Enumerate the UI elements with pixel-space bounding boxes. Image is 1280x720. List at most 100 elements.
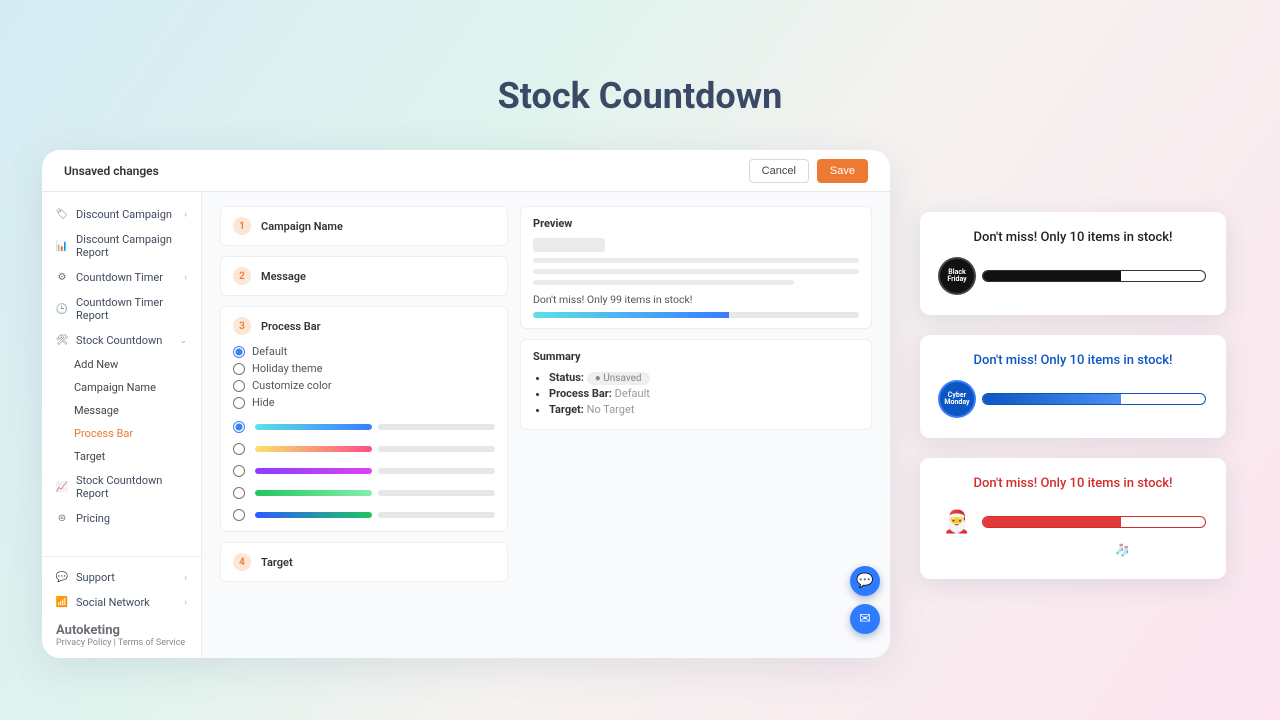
sidebar-item-social[interactable]: 📶 Social Network › bbox=[42, 590, 201, 615]
step-campaign-name[interactable]: 1 Campaign Name bbox=[220, 206, 508, 246]
step-number: 2 bbox=[233, 267, 251, 285]
dollar-icon: ⊜ bbox=[56, 513, 68, 525]
main-panel: 1 Campaign Name 2 Message 3 Process Bar bbox=[202, 192, 890, 658]
sidebar-sub-add-new[interactable]: Add New bbox=[74, 353, 201, 376]
color-option-4[interactable] bbox=[233, 487, 495, 499]
step-label: Campaign Name bbox=[261, 220, 343, 233]
unsaved-changes-label: Unsaved changes bbox=[64, 164, 159, 178]
messenger-fab[interactable]: ✉ bbox=[850, 604, 880, 634]
chat-icon: 💬 bbox=[56, 572, 68, 584]
topbar: Unsaved changes Cancel Save bbox=[42, 150, 890, 192]
demo-christmas: Don't miss! Only 10 items in stock! 🎅 🧦 bbox=[920, 458, 1226, 579]
summary-title: Summary bbox=[533, 350, 859, 363]
color-options bbox=[233, 421, 495, 521]
preview-card: Preview Don't miss! Only 99 items in sto… bbox=[520, 206, 872, 329]
color-option-1[interactable] bbox=[233, 421, 495, 433]
chat-fab[interactable]: 💬 bbox=[850, 566, 880, 596]
step-target[interactable]: 4 Target bbox=[220, 542, 508, 582]
chevron-right-icon: › bbox=[184, 573, 187, 583]
summary-card: Summary Status: ● Unsaved Process Bar: D… bbox=[520, 339, 872, 430]
color-option-5[interactable] bbox=[233, 509, 495, 521]
demo-progress-bar bbox=[982, 516, 1206, 528]
page-title: Stock Countdown bbox=[0, 0, 1280, 147]
black-friday-badge: Black Friday bbox=[940, 259, 974, 293]
sidebar-item-label: Stock Countdown bbox=[76, 334, 162, 347]
sidebar-item-countdown-report[interactable]: 🕒 Countdown Timer Report bbox=[42, 290, 201, 328]
save-button[interactable]: Save bbox=[817, 159, 868, 183]
demo-cyber-monday: Don't miss! Only 10 items in stock! Cybe… bbox=[920, 335, 1226, 438]
step-number: 4 bbox=[233, 553, 251, 571]
chevron-right-icon: › bbox=[184, 273, 187, 283]
summary-status: Status: ● Unsaved bbox=[549, 371, 859, 384]
clock-icon: 🕒 bbox=[56, 303, 68, 315]
radio-holiday[interactable]: Holiday theme bbox=[233, 362, 495, 375]
color-option-2[interactable] bbox=[233, 443, 495, 455]
gear-icon: ⚙ bbox=[56, 272, 68, 284]
demo-text: Don't miss! Only 10 items in stock! bbox=[940, 353, 1206, 368]
demo-text: Don't miss! Only 10 items in stock! bbox=[940, 476, 1206, 491]
chevron-down-icon: ⌄ bbox=[179, 336, 187, 346]
summary-process: Process Bar: Default bbox=[549, 387, 859, 400]
demo-black-friday: Don't miss! Only 10 items in stock! Blac… bbox=[920, 212, 1226, 315]
step-process-bar: 3 Process Bar Default Holiday theme Cust… bbox=[220, 306, 508, 532]
messenger-icon: ✉ bbox=[859, 611, 871, 627]
sidebar-item-label: Stock Countdown Report bbox=[76, 474, 187, 500]
chat-bubble-icon: 💬 bbox=[856, 573, 873, 589]
sidebar-item-label: Discount Campaign bbox=[76, 208, 172, 221]
brand-footer: Autoketing Privacy Policy | Terms of Ser… bbox=[42, 615, 201, 648]
app-window: Unsaved changes Cancel Save 🏷 Discount C… bbox=[42, 150, 890, 658]
sidebar-sub-target[interactable]: Target bbox=[74, 445, 201, 468]
tools-icon: 🛠 bbox=[56, 335, 68, 347]
chart-icon: 📈 bbox=[56, 481, 68, 493]
rss-icon: 📶 bbox=[56, 597, 68, 609]
step-label: Message bbox=[261, 270, 306, 283]
cyber-monday-badge: Cyber Monday bbox=[940, 382, 974, 416]
santa-icon: 🎅 bbox=[940, 505, 974, 539]
demo-text: Don't miss! Only 10 items in stock! bbox=[940, 230, 1206, 245]
demo-progress-bar bbox=[982, 393, 1206, 405]
sidebar: 🏷 Discount Campaign › 📊 Discount Campaig… bbox=[42, 192, 202, 658]
sidebar-item-label: Social Network bbox=[76, 596, 150, 609]
step-message[interactable]: 2 Message bbox=[220, 256, 508, 296]
sidebar-item-discount-report[interactable]: 📊 Discount Campaign Report bbox=[42, 227, 201, 265]
color-option-3[interactable] bbox=[233, 465, 495, 477]
sidebar-item-pricing[interactable]: ⊜ Pricing bbox=[42, 506, 201, 531]
sidebar-sub-message[interactable]: Message bbox=[74, 399, 201, 422]
sidebar-item-support[interactable]: 💬 Support › bbox=[42, 565, 201, 590]
step-number: 1 bbox=[233, 217, 251, 235]
radio-label: Customize color bbox=[252, 379, 332, 392]
sidebar-sub-campaign-name[interactable]: Campaign Name bbox=[74, 376, 201, 399]
brand-links[interactable]: Privacy Policy | Terms of Service bbox=[56, 638, 187, 648]
radio-label: Default bbox=[252, 345, 287, 358]
sidebar-item-label: Discount Campaign Report bbox=[76, 233, 187, 259]
sidebar-item-label: Countdown Timer Report bbox=[76, 296, 187, 322]
sidebar-item-label: Support bbox=[76, 571, 115, 584]
demo-previews: Don't miss! Only 10 items in stock! Blac… bbox=[920, 212, 1226, 579]
radio-custom[interactable]: Customize color bbox=[233, 379, 495, 392]
sidebar-item-label: Countdown Timer bbox=[76, 271, 163, 284]
sidebar-item-label: Pricing bbox=[76, 512, 110, 525]
sidebar-item-stock-countdown[interactable]: 🛠 Stock Countdown ⌄ bbox=[42, 328, 201, 353]
step-number: 3 bbox=[233, 317, 251, 335]
tag-icon: 🏷 bbox=[56, 209, 68, 221]
cancel-button[interactable]: Cancel bbox=[749, 159, 809, 183]
radio-label: Hide bbox=[252, 396, 275, 409]
stocking-icon: 🧦 bbox=[940, 543, 1206, 557]
radio-hide[interactable]: Hide bbox=[233, 396, 495, 409]
demo-progress-bar bbox=[982, 270, 1206, 282]
preview-progress-bar bbox=[533, 312, 859, 318]
step-label: Target bbox=[261, 556, 293, 569]
preview-title: Preview bbox=[533, 217, 859, 230]
sidebar-sublist: Add New Campaign Name Message Process Ba… bbox=[42, 353, 201, 468]
radio-default[interactable]: Default bbox=[233, 345, 495, 358]
step-label: Process Bar bbox=[261, 320, 321, 333]
sidebar-item-discount-campaign[interactable]: 🏷 Discount Campaign › bbox=[42, 202, 201, 227]
sidebar-item-countdown-timer[interactable]: ⚙ Countdown Timer › bbox=[42, 265, 201, 290]
preview-message: Don't miss! Only 99 items in stock! bbox=[533, 293, 859, 306]
report-icon: 📊 bbox=[56, 240, 68, 252]
brand-name: Autoketing bbox=[56, 623, 187, 638]
sidebar-sub-process-bar[interactable]: Process Bar bbox=[74, 422, 201, 445]
chevron-right-icon: › bbox=[184, 210, 187, 220]
sidebar-item-stock-report[interactable]: 📈 Stock Countdown Report bbox=[42, 468, 201, 506]
chevron-right-icon: › bbox=[184, 598, 187, 608]
